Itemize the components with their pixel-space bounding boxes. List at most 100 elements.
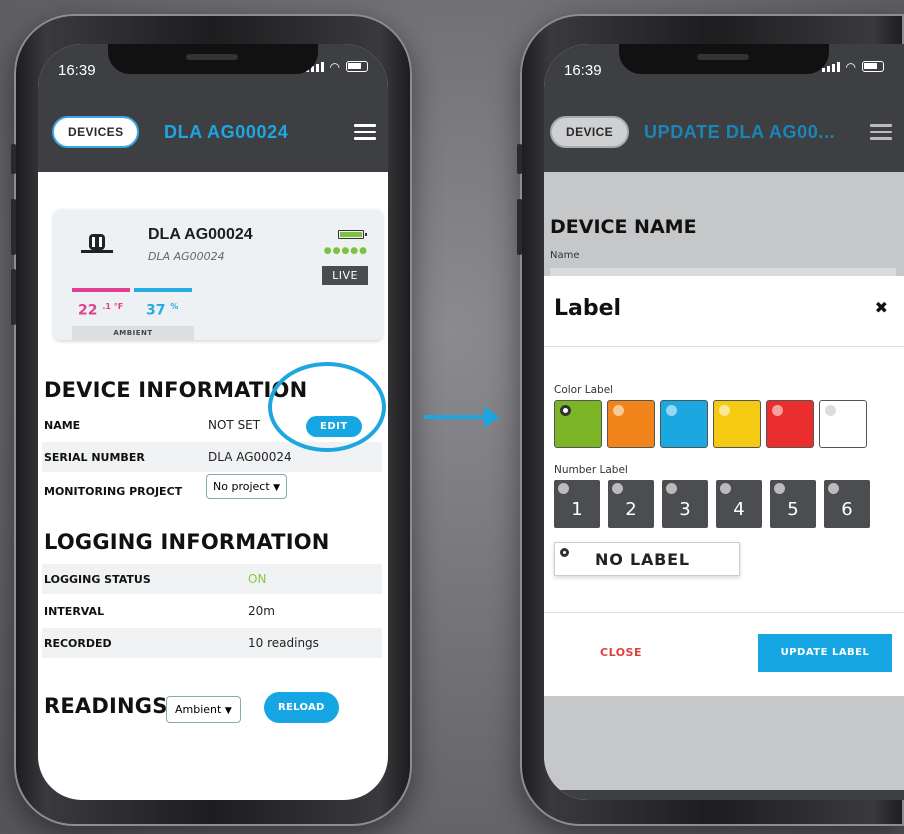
no-label-text: NO LABEL (595, 550, 690, 569)
close-icon[interactable]: ✖ (875, 298, 888, 317)
highlight-circle (268, 362, 386, 452)
recorded-key: RECORDED (44, 636, 112, 650)
device-information-heading: DEVICE INFORMATION (44, 378, 308, 402)
modal-title: Label (554, 296, 622, 321)
radio-icon (613, 405, 624, 416)
close-button[interactable]: CLOSE (600, 646, 642, 659)
status-time: 16:39 (564, 62, 602, 79)
logging-status-row: LOGGING STATUS ON (42, 564, 382, 594)
status-time: 16:39 (58, 62, 96, 79)
radio-icon (558, 483, 569, 494)
side-button (11, 144, 16, 174)
project-key: MONITORING PROJECT (44, 484, 183, 498)
device-name: DLA AG00024 (148, 226, 253, 243)
color-label-heading: Color Label (554, 384, 614, 396)
color-swatch[interactable] (819, 400, 867, 448)
readings-select[interactable]: Ambient ▼ (166, 696, 241, 723)
notch (108, 44, 318, 74)
name-key: NAME (44, 418, 81, 432)
wifi-icon: ◠ (845, 60, 856, 74)
radio-selected-icon (560, 405, 571, 416)
number-tile-label: 2 (625, 499, 637, 520)
arrow-right-icon (424, 406, 500, 428)
page-title: DLA AG00024 (164, 122, 289, 142)
temperature-bar (72, 288, 130, 292)
radio-selected-icon (560, 548, 569, 557)
number-tile[interactable]: 4 (716, 480, 762, 528)
serial-value: DLA AG00024 (208, 450, 292, 464)
readings-select-value: Ambient (175, 703, 222, 716)
battery-icon (346, 61, 368, 72)
name-field-label: Name (550, 250, 580, 261)
devices-back-button[interactable]: DEVICES (52, 116, 140, 148)
device-name-heading: DEVICE NAME (550, 216, 697, 238)
device-subtitle: DLA AG00024 (148, 250, 225, 263)
humidity-value: 37 (146, 302, 166, 319)
color-swatch[interactable] (660, 400, 708, 448)
radio-icon (774, 483, 785, 494)
temperature-value: 22 (78, 302, 98, 319)
label-modal: Label ✖ Color Label Number Label 123456 … (544, 276, 904, 696)
radio-icon (825, 405, 836, 416)
page-title: UPDATE DLA AG00... (644, 122, 836, 142)
radio-icon (612, 483, 623, 494)
number-tile[interactable]: 6 (824, 480, 870, 528)
menu-icon[interactable] (354, 124, 376, 144)
right-phone-frame: 16:39 ◠ DEVICE UPDATE DLA AG00... DEVICE… (517, 14, 904, 826)
serial-key: SERIAL NUMBER (44, 450, 145, 464)
reload-button[interactable]: RELOAD (264, 692, 339, 723)
device-back-button[interactable]: DEVICE (550, 116, 630, 148)
color-swatch[interactable] (554, 400, 602, 448)
name-value: NOT SET (208, 418, 261, 432)
interval-value: 20m (248, 604, 275, 618)
number-tile[interactable]: 2 (608, 480, 654, 528)
signal-dots: ●●●●● (323, 246, 368, 256)
no-label-option[interactable]: NO LABEL (554, 542, 740, 576)
number-tile-label: 1 (571, 499, 583, 520)
battery-icon (862, 61, 884, 72)
update-label-button[interactable]: UPDATE LABEL (758, 634, 892, 672)
humidity-unit: % (170, 302, 179, 311)
readings-heading: READINGS (44, 694, 168, 718)
right-screen: 16:39 ◠ DEVICE UPDATE DLA AG00... DEVICE… (544, 44, 904, 800)
wifi-icon: ◠ (329, 60, 340, 74)
chevron-down-icon: ▼ (224, 706, 232, 716)
live-badge: LIVE (322, 266, 368, 285)
number-tile-label: 6 (841, 499, 853, 520)
temperature-reading: 22 .1 °F (78, 302, 123, 319)
logging-information-heading: LOGGING INFORMATION (44, 530, 330, 554)
humidity-bar (134, 288, 192, 292)
number-tile-label: 5 (787, 499, 799, 520)
color-swatch[interactable] (766, 400, 814, 448)
interval-row: INTERVAL 20m (42, 596, 382, 626)
project-select[interactable]: No project ▼ (206, 474, 288, 499)
status-icons: ◠ (821, 60, 884, 74)
number-label-heading: Number Label (554, 464, 628, 476)
number-tile[interactable]: 3 (662, 480, 708, 528)
side-button (11, 269, 16, 325)
radio-icon (666, 405, 677, 416)
number-tile[interactable]: 1 (554, 480, 600, 528)
ambient-label: AMBIENT (72, 326, 194, 340)
number-tile[interactable]: 5 (770, 480, 816, 528)
battery-level-icon (338, 230, 367, 239)
logging-status-value: ON (248, 572, 267, 586)
number-tile-label: 4 (733, 499, 745, 520)
radio-icon (666, 483, 677, 494)
logging-status-key: LOGGING STATUS (44, 572, 151, 586)
recorded-value: 10 readings (248, 636, 319, 650)
color-swatch[interactable] (713, 400, 761, 448)
menu-icon[interactable] (870, 124, 892, 144)
humidity-reading: 37 % (146, 302, 178, 319)
divider (544, 346, 904, 347)
project-select-value: No project (213, 480, 270, 493)
device-card[interactable]: DLA AG00024 DLA AG00024 ●●●●● LIVE 22 .1… (54, 210, 382, 340)
color-swatch[interactable] (607, 400, 655, 448)
radio-icon (720, 483, 731, 494)
radio-icon (828, 483, 839, 494)
bottom-bar (544, 790, 904, 800)
notch (619, 44, 829, 74)
chevron-down-icon: ▼ (273, 483, 281, 493)
radio-icon (719, 405, 730, 416)
divider (544, 612, 904, 613)
